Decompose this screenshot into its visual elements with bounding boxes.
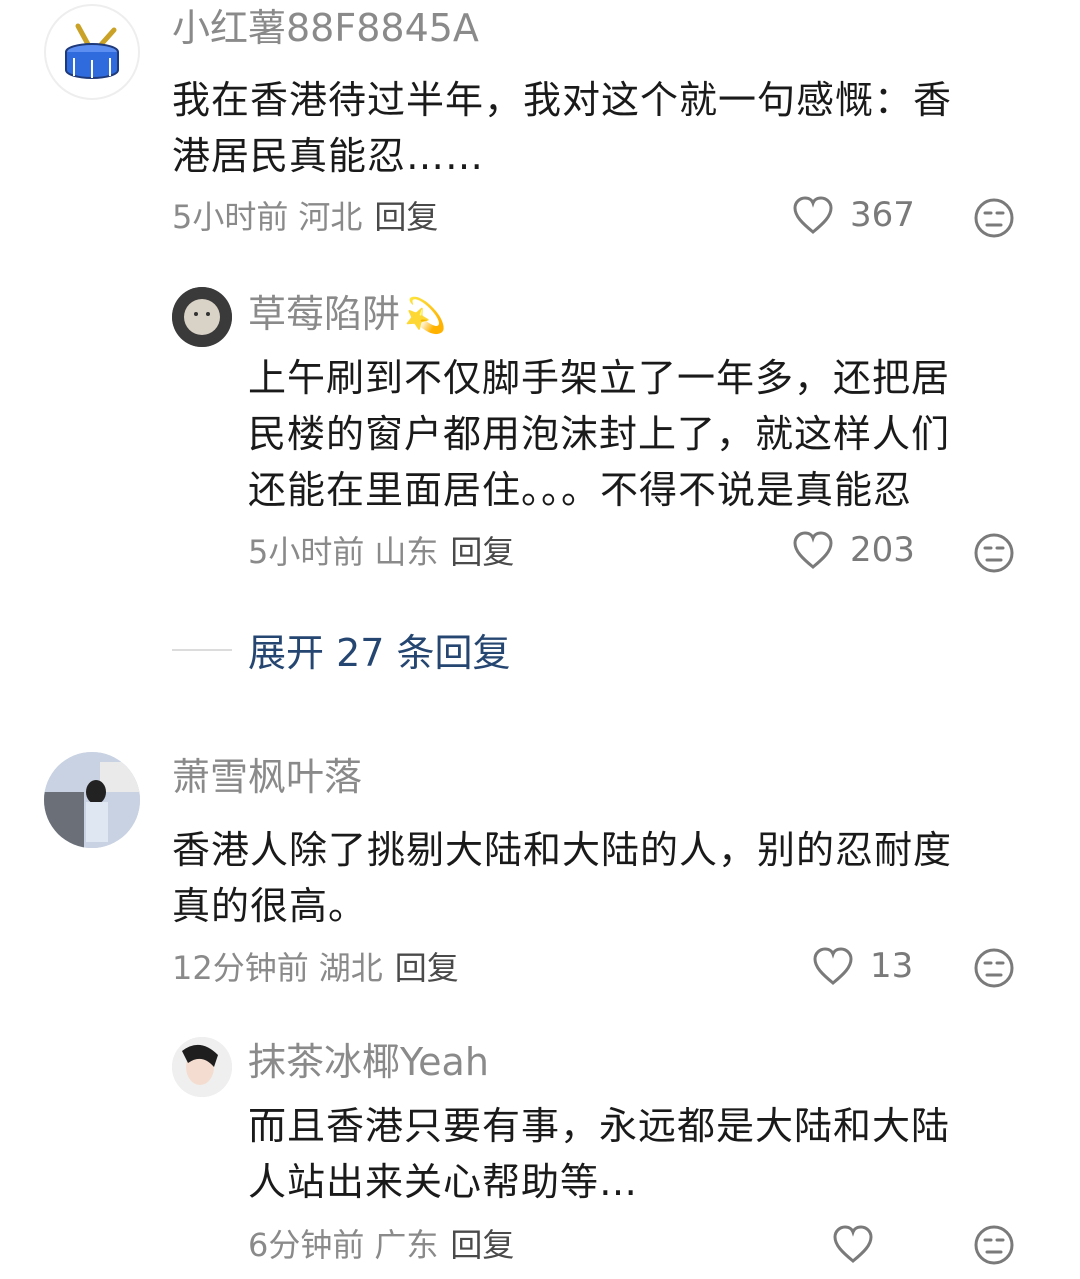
reply-username[interactable]: 抹茶冰椰Yeah — [248, 1040, 489, 1084]
like-button[interactable]: 13 — [812, 946, 913, 986]
comment-location: 河北 — [298, 198, 363, 236]
comment-location: 湖北 — [318, 949, 383, 987]
reply-button[interactable]: 回复 — [450, 533, 514, 571]
comment-text-line: 香港人除了挑剔大陆和大陆的人，别的忍耐度 — [172, 828, 953, 872]
neutral-face-icon[interactable] — [973, 947, 1015, 989]
like-count: 203 — [850, 530, 915, 570]
avatar-image — [172, 1037, 232, 1097]
heart-outline-icon — [793, 531, 833, 569]
neutral-face-icon[interactable] — [973, 1224, 1015, 1266]
reply-text-line: 人站出来关心帮助等… — [248, 1160, 639, 1204]
reply-location: 山东 — [374, 533, 439, 571]
avatar-image — [172, 287, 232, 347]
reply-button[interactable]: 回复 — [450, 1226, 514, 1264]
comment-username[interactable]: 小红薯88F8845A — [172, 6, 479, 50]
comment-meta: 5小时前 河北 回复 — [172, 197, 438, 237]
comment-text: 我在香港待过半年，我对这个就一句感慨：香 港居民真能忍…… — [172, 72, 1032, 184]
reply-text: 上午刷到不仅脚手架立了一年多，还把居 民楼的窗户都用泡沫封上了，就这样人们 还能… — [248, 350, 1038, 518]
comment-time: 12分钟前 — [172, 949, 309, 987]
comment-text-line: 真的很高。 — [172, 884, 368, 928]
reply-text: 而且香港只要有事，永远都是大陆和大陆 人站出来关心帮助等… — [248, 1098, 1038, 1210]
avatar-image — [44, 752, 140, 848]
divider-line — [172, 648, 232, 651]
reply-time: 5小时前 — [248, 533, 365, 571]
like-count: 13 — [870, 946, 914, 986]
reply-meta: 5小时前 山东 回复 — [248, 532, 514, 572]
comment-meta: 12分钟前 湖北 回复 — [172, 948, 459, 988]
drum-icon — [65, 23, 119, 79]
comment-username[interactable]: 萧雪枫叶落 — [172, 755, 362, 799]
heart-outline-icon — [793, 196, 833, 234]
heart-outline-icon — [813, 947, 853, 985]
neutral-face-icon[interactable] — [973, 197, 1015, 239]
expand-replies-button[interactable]: 展开 27 条回复 — [172, 622, 511, 677]
avatar-xiaoxue[interactable] — [44, 752, 140, 848]
neutral-face-icon[interactable] — [973, 532, 1015, 574]
reply-username[interactable]: 草莓陷阱 💫 — [248, 292, 446, 338]
reply-location: 广东 — [374, 1226, 439, 1264]
comment-time: 5小时前 — [172, 198, 289, 236]
like-button[interactable]: 367 — [792, 195, 915, 235]
reply-text-line: 还能在里面居住。。。不得不说是真能忍 — [248, 468, 913, 512]
heart-outline-icon[interactable] — [832, 1224, 874, 1264]
reply-meta: 6分钟前 广东 回复 — [248, 1225, 514, 1265]
avatar-xiaohongshu[interactable] — [44, 4, 140, 100]
dizzy-emoji-icon: 💫 — [404, 296, 447, 336]
like-count: 367 — [850, 195, 915, 235]
avatar-caomei[interactable] — [172, 287, 232, 347]
reply-username-text: 草莓陷阱 — [248, 292, 401, 336]
like-button[interactable]: 203 — [792, 530, 915, 570]
comment-text: 香港人除了挑剔大陆和大陆的人，别的忍耐度 真的很高。 — [172, 822, 1052, 934]
reply-text-line: 上午刷到不仅脚手架立了一年多，还把居 — [248, 356, 951, 400]
reply-button[interactable]: 回复 — [374, 198, 438, 236]
reply-text-line: 而且香港只要有事，永远都是大陆和大陆 — [248, 1104, 951, 1148]
reply-time: 6分钟前 — [248, 1226, 365, 1264]
expand-replies-label: 展开 27 条回复 — [248, 631, 511, 675]
comment-text-line: 我在香港待过半年，我对这个就一句感慨：香 — [172, 78, 953, 122]
reply-text-line: 民楼的窗户都用泡沫封上了，就这样人们 — [248, 412, 951, 456]
avatar-mocha[interactable] — [172, 1037, 232, 1097]
comment-text-line: 港居民真能忍…… — [172, 134, 485, 178]
reply-button[interactable]: 回复 — [395, 949, 459, 987]
